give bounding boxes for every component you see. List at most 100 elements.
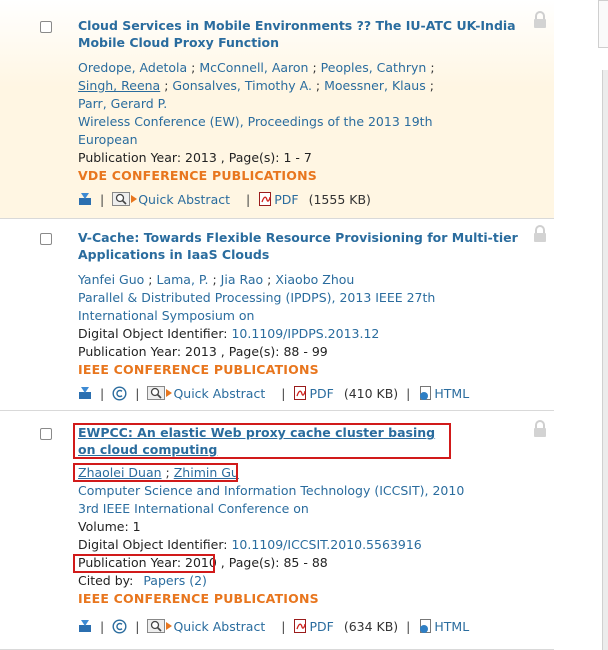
- publication-link[interactable]: International Symposium on: [78, 307, 554, 325]
- publication-line[interactable]: European: [78, 132, 138, 147]
- magnifier-icon[interactable]: [147, 386, 166, 400]
- download-icon[interactable]: [78, 619, 92, 633]
- publisher-label: VDE CONFERENCE PUBLICATIONS: [78, 168, 317, 183]
- author-separator: ;: [430, 60, 435, 75]
- result-actions: | Quick Abstract | PDF (1555 KB): [78, 190, 371, 208]
- author-link[interactable]: Moessner, Klaus: [324, 78, 426, 93]
- pdf-icon[interactable]: [293, 618, 309, 634]
- quick-abstract-link[interactable]: Quick Abstract: [173, 619, 265, 634]
- magnifier-icon[interactable]: [112, 192, 131, 206]
- author-link[interactable]: Peoples, Cathryn: [321, 60, 427, 75]
- pdf-size: (634 KB): [343, 618, 399, 634]
- cited-papers-link[interactable]: Papers (2): [143, 573, 207, 588]
- publication-line[interactable]: Wireless Conference (EW), Proceedings of…: [78, 114, 433, 129]
- author-separator: ;: [267, 272, 272, 287]
- author-separator: ;: [164, 78, 169, 93]
- result-item: V-Cache: Towards Flexible Resource Provi…: [0, 219, 554, 411]
- publication-link[interactable]: 3rd IEEE International Conference on: [78, 500, 554, 518]
- author-list: Yanfei Guo ; Lama, P. ; Jia Rao ; Xiaobo…: [78, 271, 554, 289]
- result-actions: | | Quick Abstract | PDF (410 KB) | HTML: [78, 384, 469, 402]
- pdf-size: (410 KB): [343, 385, 399, 401]
- publication-link[interactable]: Computer Science and Information Technol…: [78, 482, 554, 500]
- highlight-box-year: [73, 554, 215, 573]
- publication-line[interactable]: Parallel & Distributed Processing (IPDPS…: [78, 290, 435, 305]
- select-checkbox[interactable]: [40, 233, 52, 245]
- html-globe-icon[interactable]: [418, 385, 434, 401]
- author-separator: ;: [148, 272, 153, 287]
- publication-link[interactable]: European: [78, 131, 554, 149]
- publication-line[interactable]: International Symposium on: [78, 308, 254, 323]
- author-link[interactable]: Singh, Reena: [78, 78, 160, 93]
- doi-link[interactable]: 10.1109/IPDPS.2013.12: [231, 326, 379, 341]
- action-separator: |: [406, 385, 411, 401]
- result-title[interactable]: Cloud Services in Mobile Environments ??…: [78, 17, 554, 51]
- select-checkbox[interactable]: [40, 21, 52, 33]
- author-link[interactable]: Lama, P.: [156, 272, 208, 287]
- action-separator: |: [135, 385, 140, 401]
- publisher-label: IEEE CONFERENCE PUBLICATIONS: [78, 591, 319, 606]
- doi-line: Digital Object Identifier: 10.1109/ICCSI…: [78, 536, 554, 554]
- publication-link[interactable]: Wireless Conference (EW), Proceedings of…: [78, 113, 554, 131]
- publication-year: Publication Year: 2013 , Page(s): 88 - 9…: [78, 343, 554, 361]
- select-checkbox[interactable]: [40, 428, 52, 440]
- author-list: Oredope, Adetola ; McConnell, Aaron ; Pe…: [78, 59, 554, 77]
- result-actions: | | Quick Abstract | PDF (634 KB) | HTML: [78, 617, 469, 635]
- pdf-size: (1555 KB): [308, 191, 371, 207]
- publication-year: Publication Year: 2013 , Page(s): 1 - 7: [78, 149, 554, 167]
- html-link[interactable]: HTML: [434, 386, 469, 401]
- action-separator: |: [100, 191, 105, 207]
- action-separator: |: [246, 191, 251, 207]
- result-body: Cloud Services in Mobile Environments ??…: [78, 17, 554, 185]
- author-list: Parr, Gerard P.: [78, 95, 554, 113]
- author-separator: ;: [212, 272, 217, 287]
- author-link[interactable]: Oredope, Adetola: [78, 60, 187, 75]
- result-title[interactable]: V-Cache: Towards Flexible Resource Provi…: [78, 229, 554, 263]
- author-link[interactable]: Gonsalves, Timothy A.: [172, 78, 312, 93]
- quick-abstract-link[interactable]: Quick Abstract: [138, 192, 230, 207]
- author-link[interactable]: Yanfei Guo: [78, 272, 144, 287]
- html-link[interactable]: HTML: [434, 619, 469, 634]
- publication-year-label: Publication Year: 2013: [78, 344, 217, 359]
- action-separator: |: [100, 618, 105, 634]
- pdf-link[interactable]: PDF: [309, 386, 333, 401]
- author-separator: ;: [429, 78, 434, 93]
- scrollbar[interactable]: [602, 70, 608, 650]
- pdf-icon[interactable]: [258, 191, 274, 207]
- author-list: Singh, Reena ; Gonsalves, Timothy A. ; M…: [78, 77, 554, 95]
- quick-abstract-link[interactable]: Quick Abstract: [173, 386, 265, 401]
- cited-by: Cited by: Papers (2): [78, 572, 554, 590]
- cited-by-label: Cited by:: [78, 573, 134, 588]
- magnifier-icon[interactable]: [147, 619, 166, 633]
- arrow-right-icon: [166, 622, 173, 630]
- highlight-box-title: [73, 423, 451, 459]
- action-separator: |: [135, 618, 140, 634]
- pdf-link[interactable]: PDF: [309, 619, 333, 634]
- author-link[interactable]: McConnell, Aaron: [199, 60, 308, 75]
- author-link[interactable]: Jia Rao: [221, 272, 264, 287]
- volume: Volume: 1: [78, 519, 141, 534]
- page-range: , Page(s): 85 - 88: [220, 555, 328, 570]
- author-link[interactable]: Parr, Gerard P.: [78, 96, 167, 111]
- doi-link[interactable]: 10.1109/ICCSIT.2010.5563916: [231, 537, 421, 552]
- copyright-icon[interactable]: [112, 618, 127, 634]
- publication-line[interactable]: Computer Science and Information Technol…: [78, 483, 464, 498]
- author-link[interactable]: Xiaobo Zhou: [275, 272, 354, 287]
- action-separator: |: [406, 618, 411, 634]
- arrow-right-icon: [166, 389, 173, 397]
- publisher-label: IEEE CONFERENCE PUBLICATIONS: [78, 362, 319, 377]
- pdf-link[interactable]: PDF: [274, 192, 298, 207]
- copyright-icon[interactable]: [112, 385, 127, 401]
- result-item: Cloud Services in Mobile Environments ??…: [0, 0, 554, 219]
- author-separator: ;: [312, 60, 317, 75]
- publication-link[interactable]: Parallel & Distributed Processing (IPDPS…: [78, 289, 554, 307]
- search-results-list: Cloud Services in Mobile Environments ??…: [0, 0, 554, 650]
- download-icon[interactable]: [78, 386, 92, 400]
- download-icon[interactable]: [78, 192, 92, 206]
- html-globe-icon[interactable]: [418, 618, 434, 634]
- action-separator: |: [281, 618, 286, 634]
- result-item: EWPCC: An elastic Web proxy cache cluste…: [0, 411, 554, 650]
- author-separator: ;: [191, 60, 196, 75]
- publication-line[interactable]: 3rd IEEE International Conference on: [78, 501, 309, 516]
- arrow-right-icon: [131, 195, 138, 203]
- pdf-icon[interactable]: [293, 385, 309, 401]
